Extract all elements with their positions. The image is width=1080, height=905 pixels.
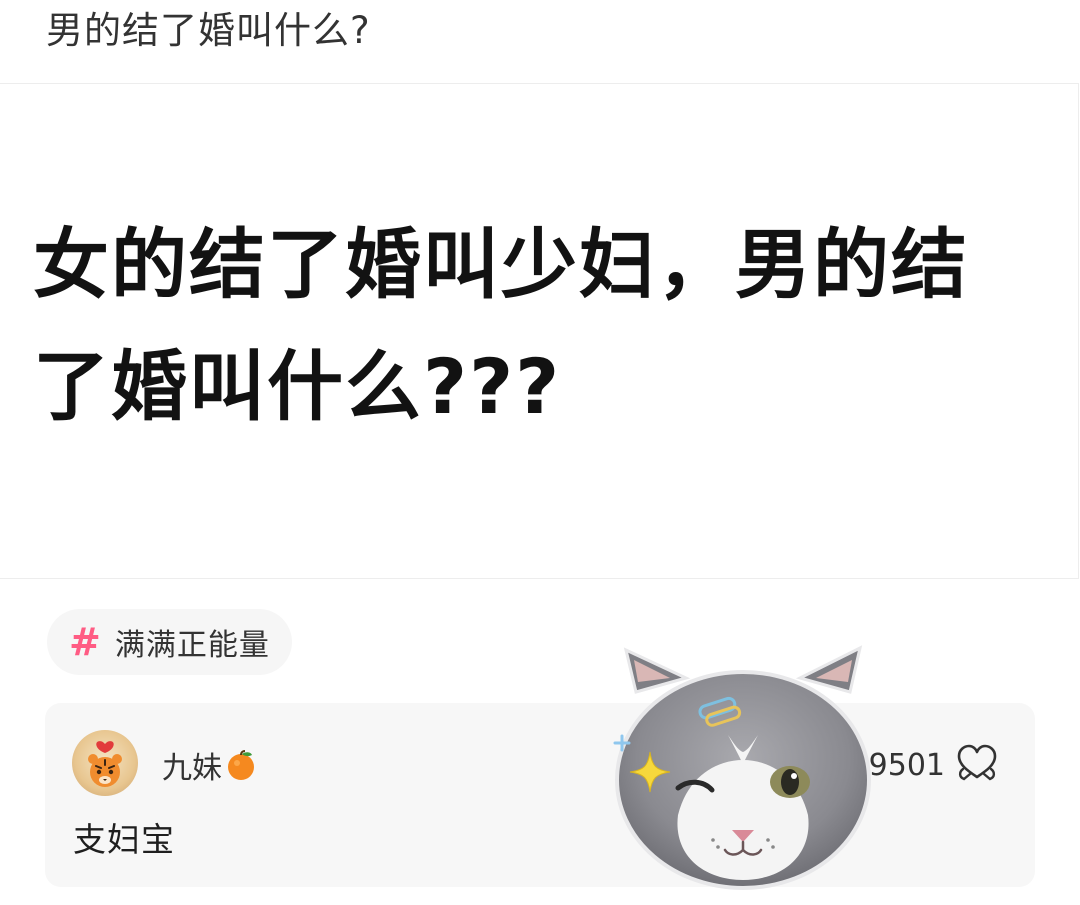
- heart-hands-icon: [955, 743, 999, 787]
- topic-tag[interactable]: # 满满正能量: [47, 609, 292, 675]
- post-image-text-line-2: 了婚叫什么???: [33, 342, 562, 431]
- orange-emoji-icon: [226, 749, 256, 781]
- post-detail-page: 男的结了婚叫什么? 女的结了婚叫少妇，男的结 了婚叫什么??? # 满满正能量: [0, 0, 1080, 905]
- like-count: 9501: [868, 747, 945, 783]
- comment-text: 支妇宝: [73, 820, 175, 859]
- post-image-text-line-1: 女的结了婚叫少妇，男的结: [33, 220, 969, 309]
- avatar[interactable]: [72, 730, 138, 796]
- hashtag-icon: #: [69, 620, 101, 664]
- comment-card[interactable]: 九妹 支妇宝 9501: [45, 703, 1035, 887]
- post-image[interactable]: 女的结了婚叫少妇，男的结 了婚叫什么???: [0, 83, 1079, 579]
- post-title: 男的结了婚叫什么?: [46, 9, 371, 52]
- tiger-avatar-icon: [88, 741, 122, 787]
- like-button[interactable]: 9501: [869, 743, 999, 787]
- comment-author[interactable]: 九妹: [162, 743, 256, 787]
- winking-cat-sticker: [608, 640, 878, 895]
- comment-author-name: 九妹: [162, 751, 222, 786]
- topic-tag-label: 满满正能量: [114, 628, 270, 663]
- post-image-text: 女的结了婚叫少妇，男的结 了婚叫什么???: [33, 204, 1023, 448]
